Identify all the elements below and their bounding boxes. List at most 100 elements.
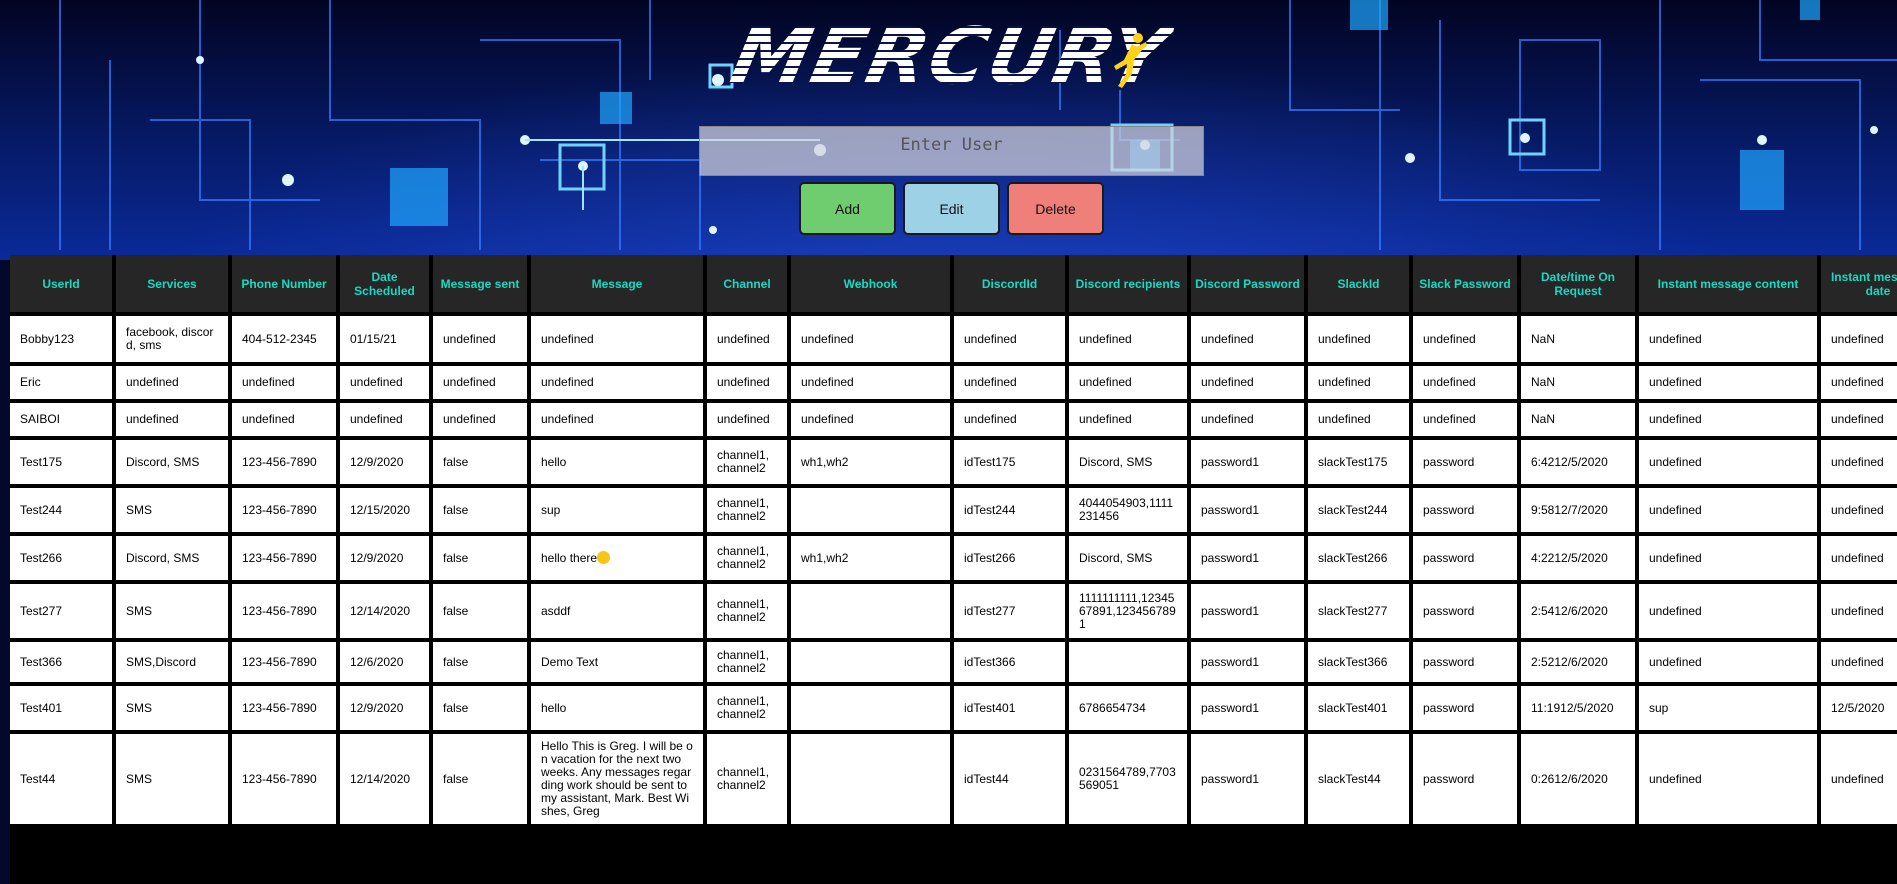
smile-emoji-icon [597, 551, 611, 564]
table-cell: 123-456-7890 [232, 584, 336, 638]
table-cell: undefined [1821, 642, 1897, 682]
table-cell: undefined [531, 403, 703, 436]
column-header: Discord Password [1191, 255, 1304, 312]
column-header: Message sent [433, 255, 527, 312]
table-cell: false [433, 488, 527, 532]
table-cell: hello [531, 686, 703, 730]
table-cell: Test244 [10, 488, 112, 532]
table-row[interactable]: Test366 SMS,Discord 123-456-7890 12/6/2020 f… [10, 642, 1897, 682]
table-cell: undefined [1069, 366, 1187, 399]
table-cell: undefined [1821, 536, 1897, 580]
table-row[interactable]: Eric undefined undefined undefined undefined… [10, 366, 1897, 399]
column-header: Instant message content [1639, 255, 1817, 312]
table-cell: undefined [232, 366, 336, 399]
table-cell: password [1413, 642, 1517, 682]
table-cell: hello there [531, 536, 703, 580]
table-cell: undefined [531, 366, 703, 399]
table-row[interactable]: SAIBOI undefined undefined undefined undefin… [10, 403, 1897, 436]
table-cell: undefined [1821, 488, 1897, 532]
table-cell: 9:5812/7/2020 [1521, 488, 1635, 532]
table-row[interactable]: Test277 SMS 123-456-7890 12/14/2020 false asd… [10, 584, 1897, 638]
table-cell: 4:2212/5/2020 [1521, 536, 1635, 580]
table-cell: idTest366 [954, 642, 1065, 682]
table-cell: idTest44 [954, 734, 1065, 824]
table-cell: password [1413, 488, 1517, 532]
table-cell: undefined [1191, 366, 1304, 399]
table-cell: undefined [531, 316, 703, 362]
table-cell: undefined [1821, 366, 1897, 399]
user-input[interactable] [699, 126, 1204, 176]
delete-button[interactable]: Delete [1007, 182, 1104, 235]
edit-button[interactable]: Edit [903, 182, 1000, 235]
table-cell: idTest266 [954, 536, 1065, 580]
table-row[interactable]: Test44 SMS 123-456-7890 12/14/2020 false Hell… [10, 734, 1897, 824]
table-cell: Discord, SMS [116, 440, 228, 484]
add-button[interactable]: Add [799, 182, 896, 235]
mercury-logo: MERCURY [723, 12, 1177, 102]
table-cell: Discord, SMS [116, 536, 228, 580]
table-cell: undefined [707, 403, 787, 436]
table-cell: 12/15/2020 [340, 488, 429, 532]
table-cell: SMS [116, 488, 228, 532]
column-header: Instant message date [1821, 255, 1897, 312]
table-cell: 2:5412/6/2020 [1521, 584, 1635, 638]
table-cell: 123-456-7890 [232, 536, 336, 580]
table-cell: wh1,wh2 [791, 440, 950, 484]
table-cell: undefined [1639, 584, 1817, 638]
table-cell: password1 [1191, 488, 1304, 532]
table-cell: undefined [1821, 403, 1897, 436]
column-header: Phone Number [232, 255, 336, 312]
table-cell: 123-456-7890 [232, 440, 336, 484]
table-cell: undefined [1639, 316, 1817, 362]
table-cell: Eric [10, 366, 112, 399]
table-row[interactable]: Test175 Discord, SMS 123-456-7890 12/9/2020… [10, 440, 1897, 484]
table-cell: undefined [1639, 366, 1817, 399]
table-cell: 12/5/2020 [1821, 686, 1897, 730]
table-row[interactable]: Bobby123 facebook, discord, sms 404-512-23… [10, 316, 1897, 362]
table-cell: undefined [1821, 316, 1897, 362]
table-cell: undefined [1639, 488, 1817, 532]
table-cell: undefined [232, 403, 336, 436]
table-cell: Discord, SMS [1069, 536, 1187, 580]
table-cell: false [433, 440, 527, 484]
table-row[interactable]: Test244 SMS 123-456-7890 12/15/2020 false sup… [10, 488, 1897, 532]
table-cell: Test266 [10, 536, 112, 580]
table-cell: Bobby123 [10, 316, 112, 362]
table-cell: channel1, channel2 [707, 536, 787, 580]
table-cell: undefined [1639, 642, 1817, 682]
table-cell: idTest277 [954, 584, 1065, 638]
table-cell: undefined [340, 403, 429, 436]
table-cell: 123-456-7890 [232, 686, 336, 730]
table-cell: undefined [433, 366, 527, 399]
table-cell: undefined [1413, 366, 1517, 399]
table-cell: slackTest244 [1308, 488, 1409, 532]
table-cell: undefined [791, 403, 950, 436]
table-cell [791, 734, 950, 824]
table-cell: slackTest401 [1308, 686, 1409, 730]
table-row[interactable]: Test401 SMS 123-456-7890 12/9/2020 false hell… [10, 686, 1897, 730]
table-cell: Test44 [10, 734, 112, 824]
table-cell: channel1, channel2 [707, 488, 787, 532]
table-cell: Hello This is Greg. I will be on vacatio… [531, 734, 703, 824]
table-cell [791, 488, 950, 532]
table-cell: undefined [1639, 734, 1817, 824]
table-cell: undefined [1069, 316, 1187, 362]
table-cell: undefined [116, 403, 228, 436]
table-cell: Test366 [10, 642, 112, 682]
table-cell: facebook, discord, sms [116, 316, 228, 362]
table-cell: slackTest175 [1308, 440, 1409, 484]
table-cell: undefined [954, 366, 1065, 399]
table-cell: undefined [1413, 316, 1517, 362]
table-row[interactable]: Test266 Discord, SMS 123-456-7890 12/9/2020… [10, 536, 1897, 580]
table-cell: Discord, SMS [1069, 440, 1187, 484]
table-cell: channel1, channel2 [707, 686, 787, 730]
column-header: Date/time On Request [1521, 255, 1635, 312]
table-cell: NaN [1521, 366, 1635, 399]
column-header: Webhook [791, 255, 950, 312]
table-header-row: UserId Services Phone Number Date Scheduled… [10, 255, 1897, 312]
table-cell: undefined [1308, 366, 1409, 399]
table-cell [791, 686, 950, 730]
table-cell: sup [531, 488, 703, 532]
table-cell: undefined [1639, 403, 1817, 436]
table-cell: SAIBOI [10, 403, 112, 436]
